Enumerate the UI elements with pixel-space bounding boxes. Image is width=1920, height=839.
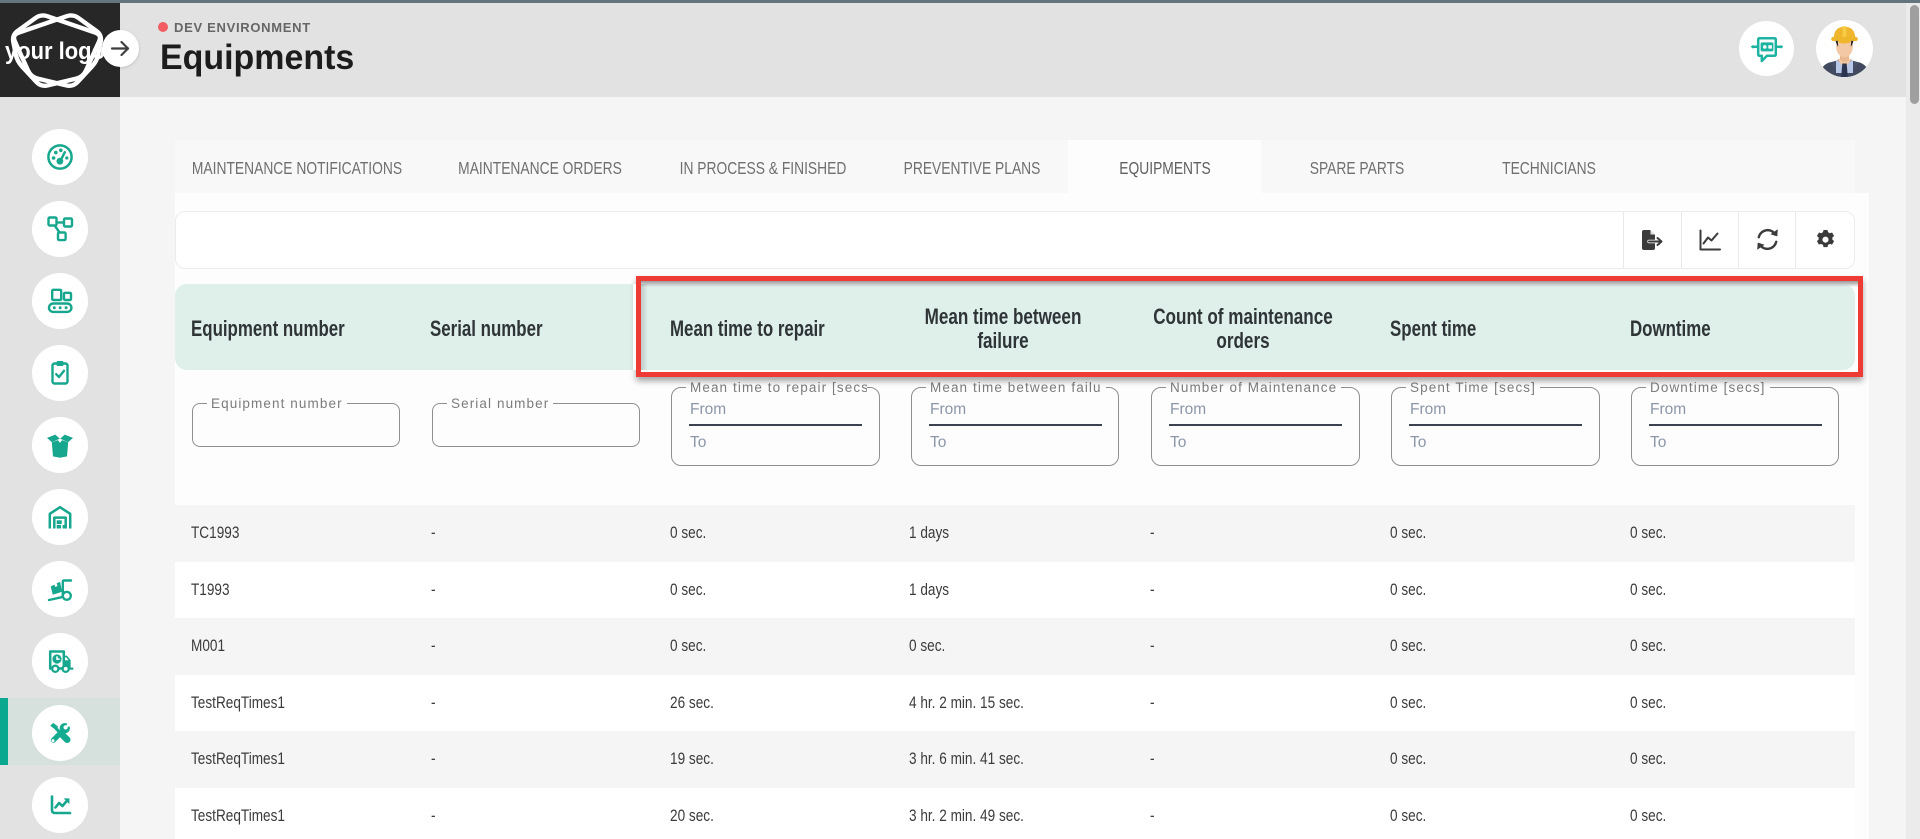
svg-text:your logo: your logo	[5, 38, 105, 65]
